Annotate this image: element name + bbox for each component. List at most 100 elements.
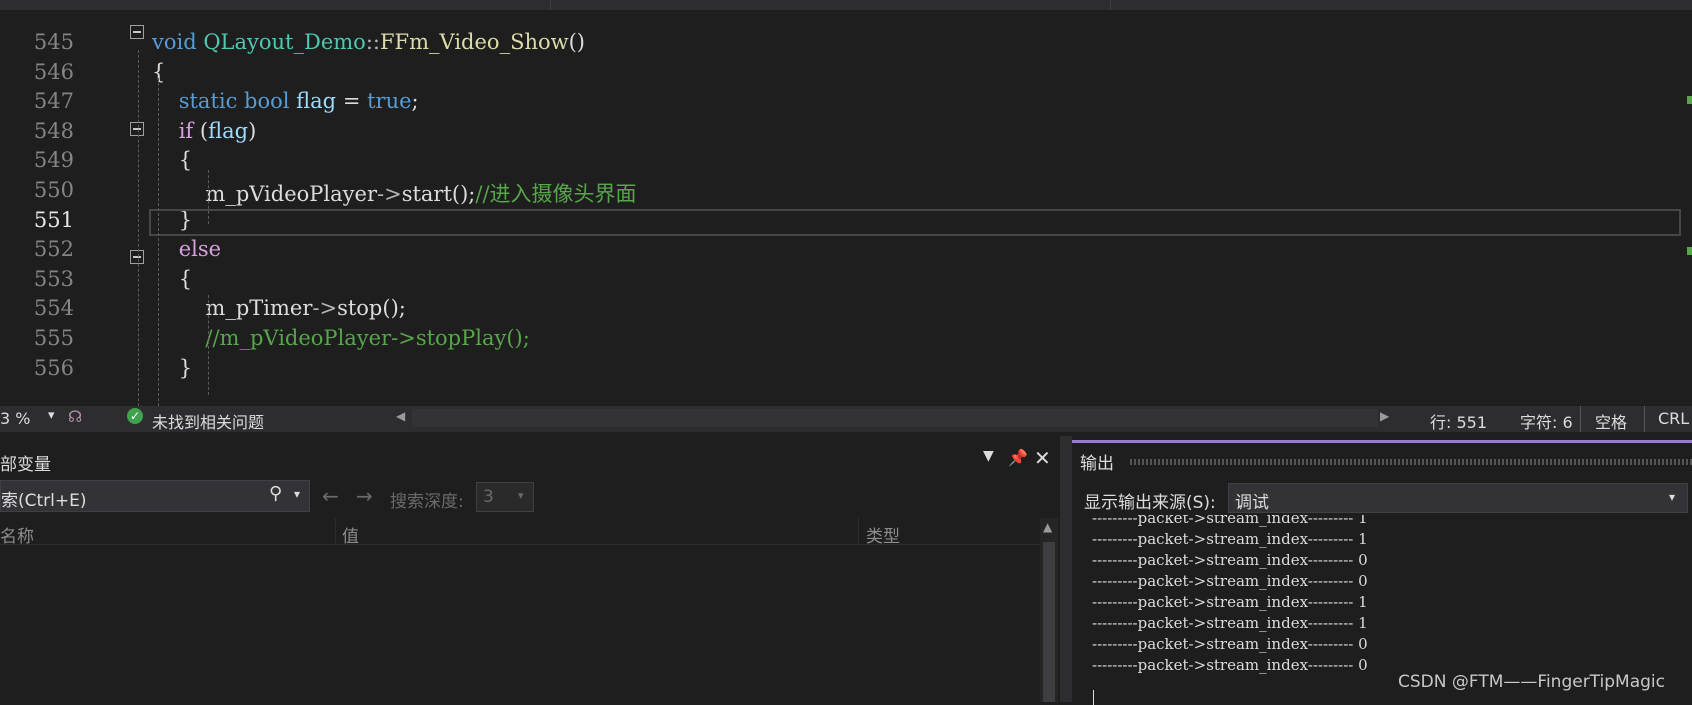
code-token: if [178,119,194,143]
output-line: ---------packet->stream_index--------- 0 [1092,572,1368,590]
fold-collapse-icon[interactable] [130,250,144,264]
code-token: ; [411,89,419,113]
text-caret [1093,690,1094,705]
issues-text[interactable]: 未找到相关问题 [152,409,264,433]
panel-splitter[interactable] [1060,436,1072,702]
column-name[interactable]: 名称 [0,522,34,547]
indent-guide [208,170,209,224]
code-line[interactable]: static bool flag = true; [152,89,419,113]
column-divider [858,518,859,544]
locals-panel: 部变量 ▼ 📌 ✕ 索(Ctrl+E) ⚲ ▾ ← → 搜索深度: 3 ▾ 名称… [0,440,1060,702]
fold-collapse-icon[interactable] [130,122,144,136]
code-editor[interactable]: 545 546 547 548 549 550 551 552 553 554 555 556 voi… [0,10,1692,406]
horizontal-scrollbar[interactable] [412,409,1378,427]
char-indicator[interactable]: 字符: 6 [1520,409,1573,433]
status-divider [1644,406,1645,432]
code-token: QLayout_Demo [203,30,366,54]
output-title: 输出 [1080,454,1114,474]
code-token: flag [296,89,337,113]
code-token: //进入摄像头界面 [475,182,637,206]
line-indicator[interactable]: 行: 551 [1430,409,1487,433]
indent-guide [158,78,159,406]
scroll-thumb[interactable] [1043,542,1055,702]
code-line[interactable]: m_pVideoPlayer->start();//进入摄像头界面 [152,178,637,208]
search-dropdown-icon[interactable]: ▾ [294,487,300,501]
line-number: 550 [33,178,74,202]
tab-divider [1110,0,1115,10]
output-line: ---------packet->stream_index--------- 1 [1092,593,1368,611]
line-number: 547 [33,89,74,113]
panel-menu-dropdown-icon[interactable]: ▼ [983,448,994,464]
output-source-value: 调试 [1235,493,1269,513]
zoom-level[interactable]: 3 % [0,409,30,428]
whitespace-indicator[interactable]: 空格 [1595,409,1627,433]
output-source-label: 显示输出来源(S): [1084,493,1216,513]
locals-title: 部变量 [0,455,51,475]
scroll-left-icon[interactable]: ◀ [396,409,405,423]
code-token: void [152,30,204,54]
check-circle-icon: ✓ [127,408,143,424]
line-number: 548 [33,119,74,143]
output-source-select[interactable]: 调试 ▾ [1228,483,1688,513]
code-token: FFm_Video_Show [379,30,569,54]
source-dropdown-icon[interactable]: ▾ [1669,490,1675,504]
watermark: CSDN @FTM——FingerTipMagic [1398,672,1666,692]
code-line[interactable]: else [152,237,221,261]
code-token: ) [248,119,257,143]
search-depth-select[interactable]: 3 ▾ [476,482,534,512]
line-number: 551 [33,208,74,232]
editor-status-bar: 3 % ▾ ☊ ✓ 未找到相关问题 ◀ ▶ 行: 551 字符: 6 空格 CR… [0,406,1692,432]
code-token: () [568,30,585,54]
code-token: :: [365,30,380,54]
output-line: ---------packet->stream_index--------- 1 [1092,515,1368,527]
output-line: ---------packet->stream_index--------- 0 [1092,635,1368,653]
search-icon[interactable]: ⚲ [269,483,282,504]
scroll-up-icon[interactable]: ▲ [1043,520,1052,534]
line-ending-indicator[interactable]: CRL [1658,409,1689,428]
fold-guide [138,50,139,406]
output-line: ---------packet->stream_index--------- 0 [1092,656,1368,674]
zoom-dropdown-icon[interactable]: ▾ [48,408,55,423]
code-token: (); [451,182,476,206]
pin-icon[interactable]: 📌 [1008,448,1028,467]
forward-arrow-icon[interactable]: → [356,484,373,508]
code-token: -> [376,182,402,206]
panel-grip[interactable] [1130,459,1692,465]
current-line-highlight [149,209,1681,236]
output-line: ---------packet->stream_index--------- 0 [1092,551,1368,569]
fold-collapse-icon[interactable] [130,25,144,39]
scroll-right-icon[interactable]: ▶ [1380,409,1389,423]
code-token: m_pTimer [152,296,313,320]
output-line: ---------packet->stream_index--------- 1 [1092,530,1368,548]
search-input[interactable]: 索(Ctrl+E) ⚲ ▾ [0,480,310,512]
output-line: ---------packet->stream_index--------- 1 [1092,614,1368,632]
close-icon[interactable]: ✕ [1034,446,1051,470]
column-value[interactable]: 值 [342,522,359,547]
tab-divider [550,0,555,10]
code-line[interactable]: if (flag) [152,119,257,143]
locals-vertical-scrollbar[interactable]: ▲ [1040,518,1058,702]
line-number: 545 [33,30,74,54]
locals-header-row: 名称 值 类型 [0,518,1040,547]
line-number: 555 [33,326,74,350]
code-token: -> [312,296,338,320]
code-line[interactable]: void QLayout_Demo::FFm_Video_Show() [152,30,585,54]
intellicode-icon[interactable]: ☊ [68,407,82,426]
depth-dropdown-icon[interactable]: ▾ [518,489,524,502]
column-type[interactable]: 类型 [866,522,900,547]
line-number: 556 [33,356,74,380]
search-placeholder: 索(Ctrl+E) [1,491,87,511]
code-token: stop [337,296,383,320]
line-number: 553 [33,267,74,291]
code-line[interactable]: m_pTimer->stop(); [152,296,405,320]
code-token: static [178,89,245,113]
back-arrow-icon[interactable]: ← [322,484,339,508]
code-token: start [401,182,452,206]
line-number: 546 [33,60,74,84]
code-token: = [336,89,368,113]
output-panel: 输出 显示输出来源(S): 调试 ▾ ---------packet->stre… [1072,440,1692,705]
line-number: 552 [33,237,74,261]
